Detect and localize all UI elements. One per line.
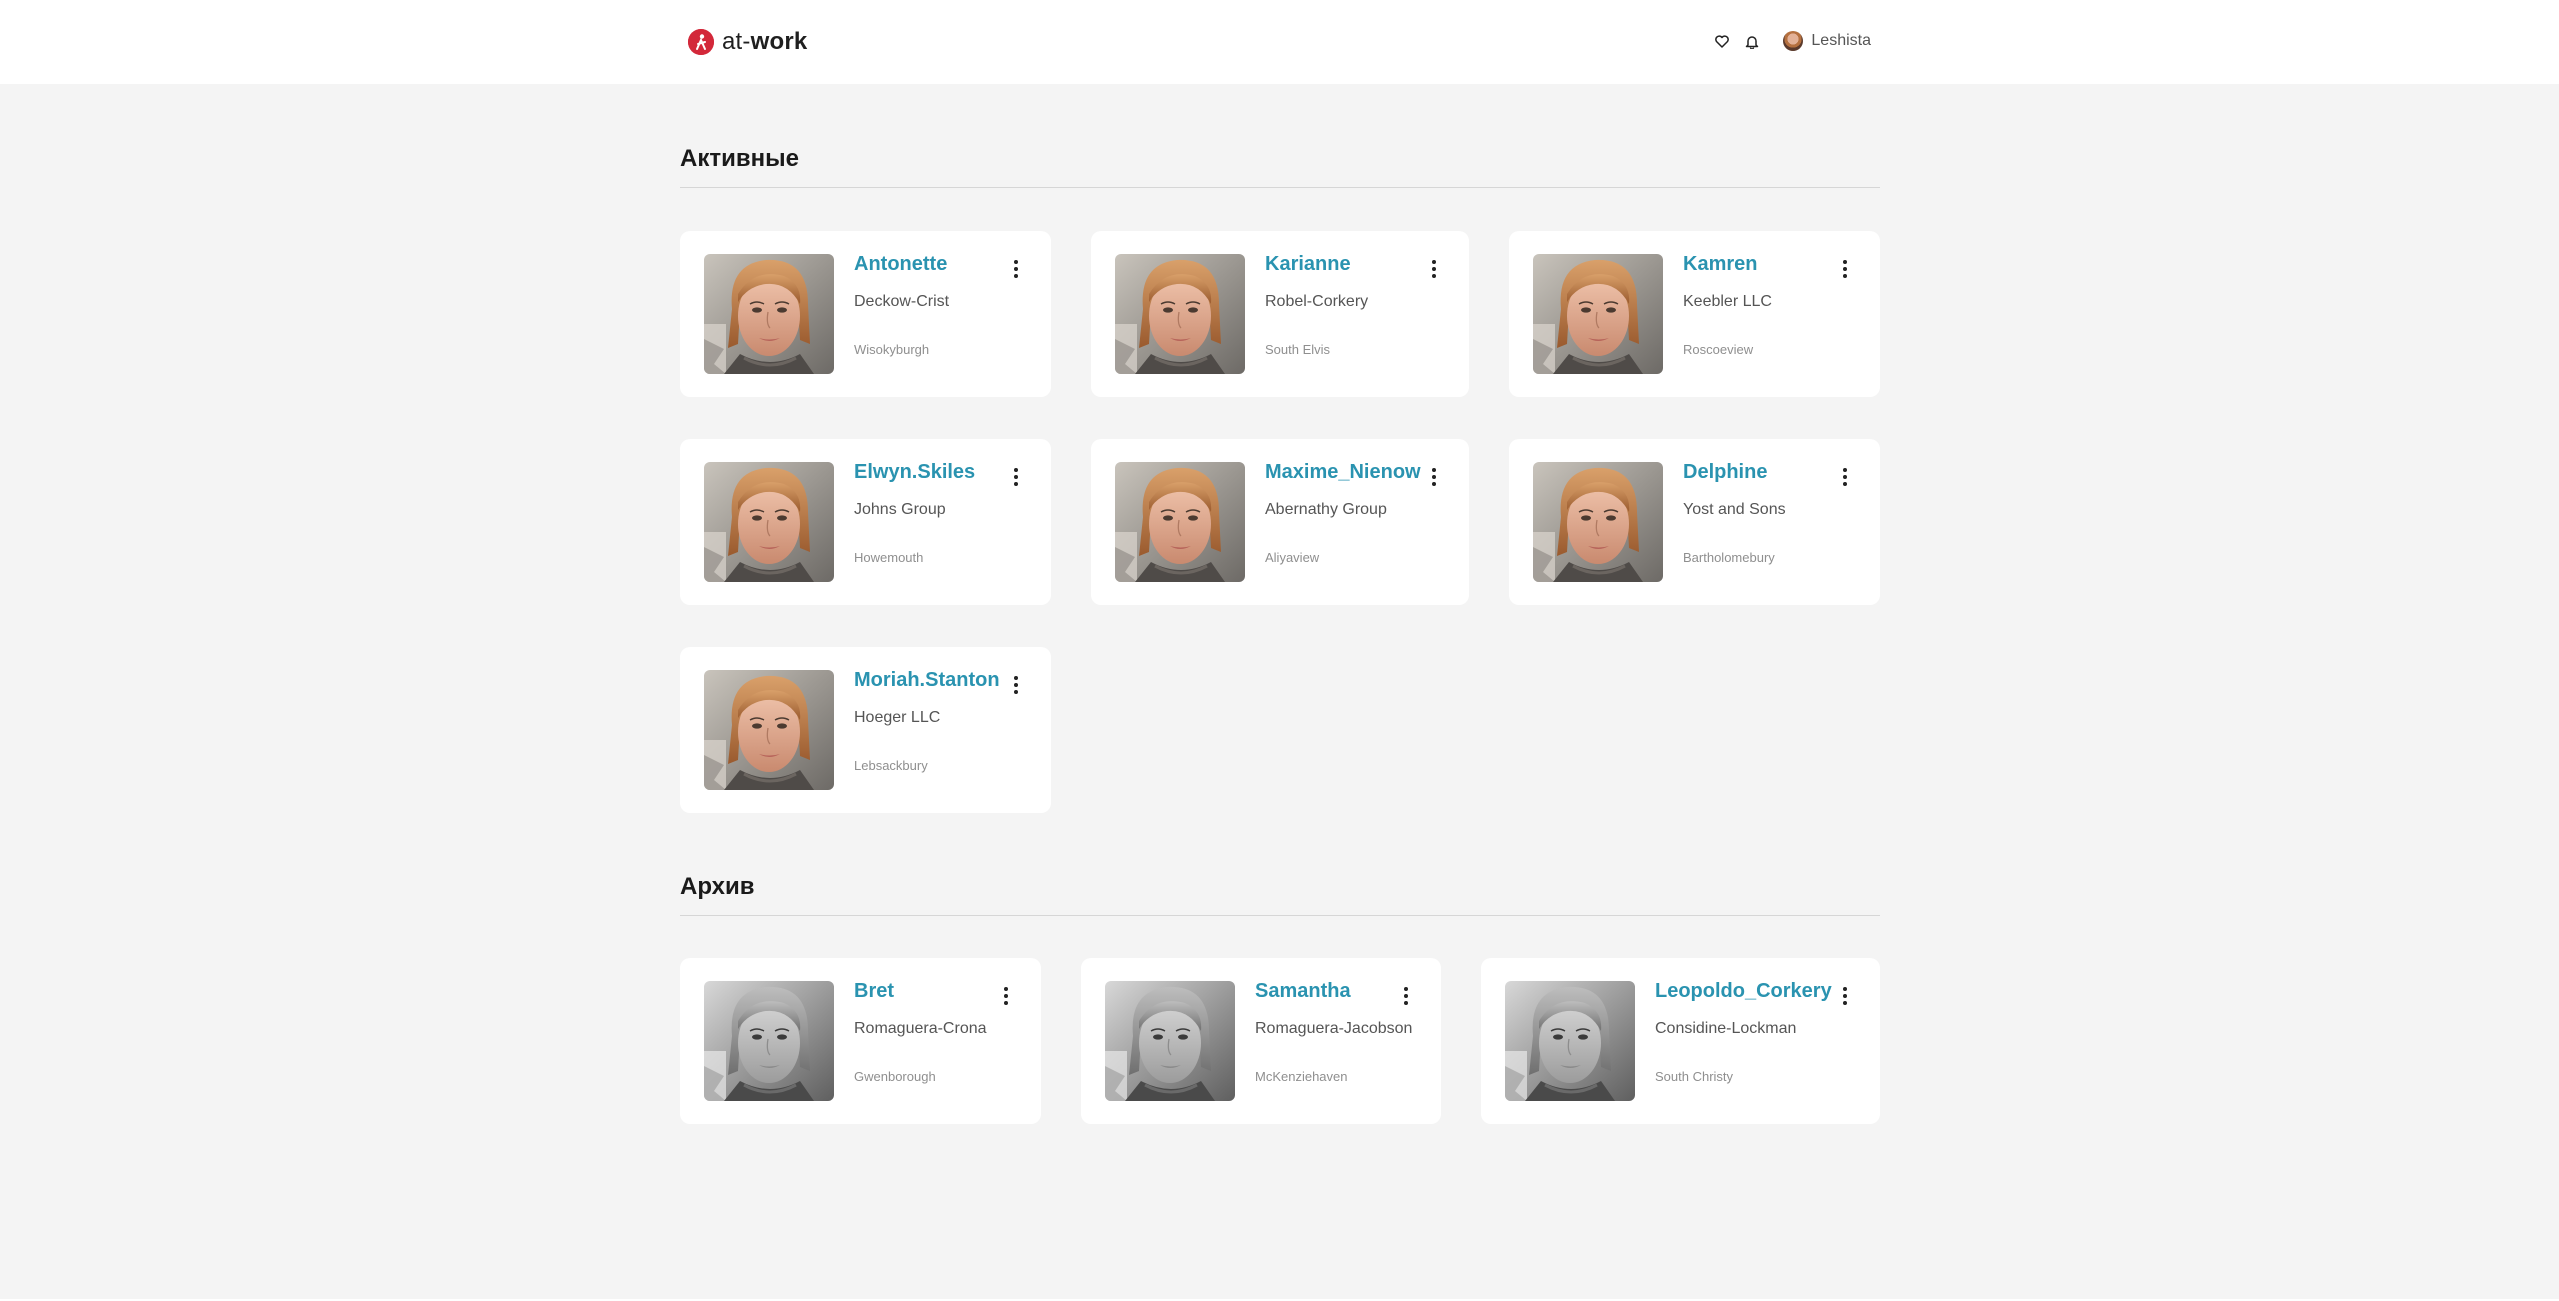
user-company: Johns Group [854, 501, 946, 518]
user-photo[interactable] [704, 254, 834, 374]
logo-text-prefix: at- [722, 28, 751, 55]
section-divider [680, 915, 1880, 916]
user-photo[interactable] [1533, 462, 1663, 582]
user-card[interactable]: Moriah.Stanton Hoeger LLC Lebsackbury [680, 647, 1051, 813]
section-title-active: Активные [680, 145, 799, 172]
user-company: Abernathy Group [1265, 501, 1387, 518]
logo-text: at-work [722, 28, 807, 56]
logo-text-suffix: work [750, 28, 808, 55]
more-vertical-icon[interactable] [1001, 984, 1011, 1008]
user-name-link[interactable]: Samantha [1255, 980, 1351, 1003]
user-card[interactable]: Antonette Deckow-Crist Wisokyburgh [680, 231, 1051, 397]
user-name-link[interactable]: Karianne [1265, 253, 1351, 276]
logo-icon [688, 29, 714, 55]
user-name-link[interactable]: Antonette [854, 253, 947, 276]
user-city: Wisokyburgh [854, 342, 930, 357]
user-company: Keebler LLC [1683, 293, 1772, 310]
more-vertical-icon[interactable] [1011, 465, 1021, 489]
user-photo[interactable] [1533, 254, 1663, 374]
user-photo[interactable] [1115, 254, 1245, 374]
user-card[interactable]: Leopoldo_Corkery Considine-Lockman South C… [1481, 958, 1880, 1124]
bell-icon[interactable] [1743, 32, 1761, 50]
user-card[interactable]: Maxime_Nienow Abernathy Group Aliyaview [1091, 439, 1469, 605]
more-vertical-icon[interactable] [1840, 257, 1850, 281]
user-name-link[interactable]: Leopoldo_Corkery [1655, 980, 1832, 1003]
section-title-archive: Архив [680, 873, 755, 900]
user-photo[interactable] [704, 670, 834, 790]
user-photo[interactable] [1505, 981, 1635, 1101]
user-name-link[interactable]: Delphine [1683, 461, 1767, 484]
avatar [1783, 31, 1804, 51]
user-name-link[interactable]: Bret [854, 980, 894, 1003]
user-photo[interactable] [704, 462, 834, 582]
top-actions: Leshista [1713, 26, 1871, 56]
more-vertical-icon[interactable] [1429, 257, 1439, 281]
user-photo[interactable] [704, 981, 834, 1101]
user-card[interactable]: Karianne Robel-Corkery South Elvis [1091, 231, 1469, 397]
user-company: Yost and Sons [1683, 501, 1786, 518]
user-city: Bartholomebury [1683, 550, 1775, 565]
user-city: South Christy [1655, 1069, 1734, 1084]
more-vertical-icon[interactable] [1840, 465, 1850, 489]
user-name-link[interactable]: Kamren [1683, 253, 1757, 276]
user-company: Considine-Lockman [1655, 1020, 1797, 1037]
user-company: Romaguera-Jacobson [1255, 1020, 1413, 1037]
user-menu[interactable]: Leshista [1783, 31, 1871, 51]
user-card[interactable]: Samantha Romaguera-Jacobson McKenziehaven [1081, 958, 1441, 1124]
user-photo[interactable] [1105, 981, 1235, 1101]
more-vertical-icon[interactable] [1011, 673, 1021, 697]
user-city: Roscoeview [1683, 342, 1754, 357]
more-vertical-icon[interactable] [1429, 465, 1439, 489]
user-city: Gwenborough [854, 1069, 936, 1084]
user-city: Howemouth [854, 550, 924, 565]
heart-icon[interactable] [1713, 32, 1731, 50]
user-company: Robel-Corkery [1265, 293, 1369, 310]
top-bar: at-work Leshista [0, 0, 2559, 84]
user-card[interactable]: Bret Romaguera-Crona Gwenborough [680, 958, 1041, 1124]
user-company: Hoeger LLC [854, 709, 941, 726]
user-card[interactable]: Kamren Keebler LLC Roscoeview [1509, 231, 1880, 397]
user-photo[interactable] [1115, 462, 1245, 582]
user-city: McKenziehaven [1255, 1069, 1348, 1084]
user-city: South Elvis [1265, 342, 1331, 357]
user-card[interactable]: Delphine Yost and Sons Bartholomebury [1509, 439, 1880, 605]
more-vertical-icon[interactable] [1011, 257, 1021, 281]
logo[interactable]: at-work [688, 28, 807, 56]
user-name-link[interactable]: Maxime_Nienow [1265, 461, 1421, 484]
section-divider [680, 187, 1880, 188]
user-name-link[interactable]: Elwyn.Skiles [854, 461, 975, 484]
user-company: Deckow-Crist [854, 293, 950, 310]
user-company: Romaguera-Crona [854, 1020, 987, 1037]
user-name-link[interactable]: Moriah.Stanton [854, 669, 1000, 692]
user-city: Aliyaview [1265, 550, 1320, 565]
more-vertical-icon[interactable] [1401, 984, 1411, 1008]
more-vertical-icon[interactable] [1840, 984, 1850, 1008]
user-city: Lebsackbury [854, 758, 928, 773]
user-name: Leshista [1811, 32, 1871, 49]
user-card[interactable]: Elwyn.Skiles Johns Group Howemouth [680, 439, 1051, 605]
